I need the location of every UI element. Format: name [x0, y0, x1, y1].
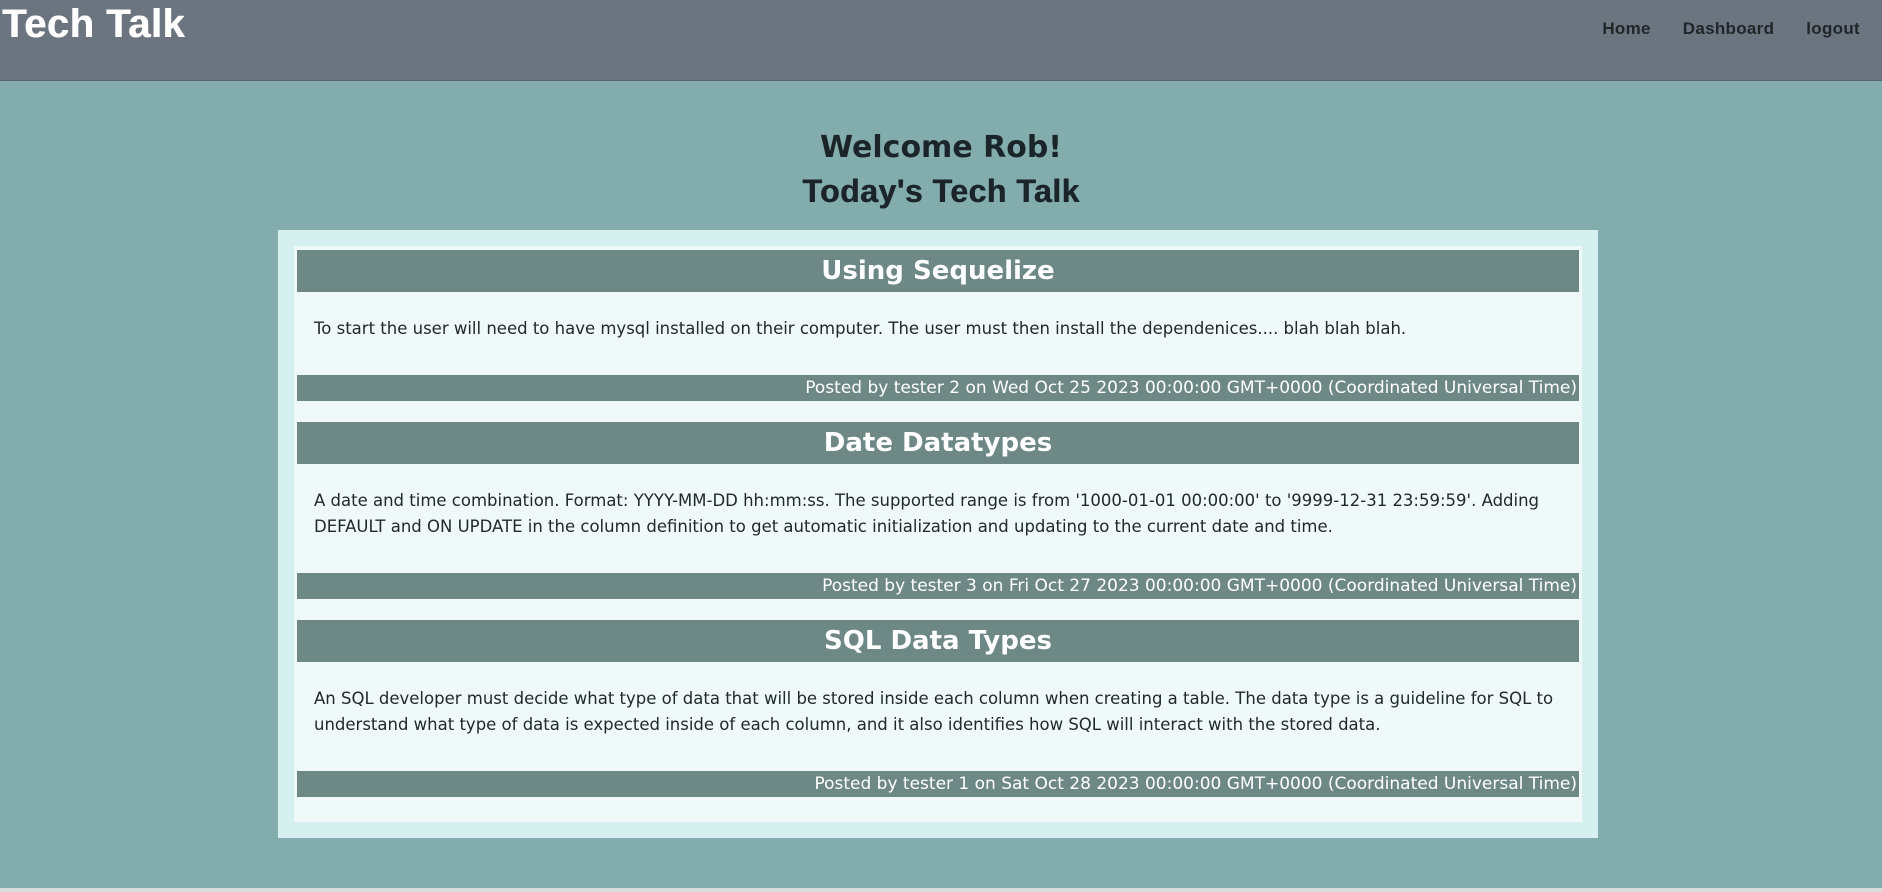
post-meta: Posted by tester 1 on Sat Oct 28 2023 00… [297, 771, 1579, 797]
post-card[interactable]: Date Datatypes A date and time combinati… [297, 422, 1579, 599]
post-body: A date and time combination. Format: YYY… [314, 491, 1540, 536]
post-feed-panel: Using Sequelize To start the user will n… [294, 246, 1582, 822]
post-meta: Posted by tester 3 on Fri Oct 27 2023 00… [297, 573, 1579, 599]
main-nav: Home Dashboard logout [1602, 19, 1860, 39]
post-title[interactable]: Using Sequelize [297, 250, 1579, 292]
page-bottom-edge [0, 888, 1882, 892]
top-navbar: Tech Talk Home Dashboard logout [0, 0, 1882, 81]
post-meta: Posted by tester 2 on Wed Oct 25 2023 00… [297, 375, 1579, 401]
welcome-message: Welcome Rob! [820, 130, 1062, 165]
post-body: To start the user will need to have mysq… [314, 319, 1407, 338]
post-card[interactable]: SQL Data Types An SQL developer must dec… [297, 620, 1579, 797]
post-title[interactable]: SQL Data Types [297, 620, 1579, 662]
nav-link-home[interactable]: Home [1602, 19, 1650, 39]
page-title: Today's Tech Talk [802, 173, 1080, 209]
post-feed: Using Sequelize To start the user will n… [278, 230, 1598, 838]
nav-link-dashboard[interactable]: Dashboard [1683, 19, 1775, 39]
post-card[interactable]: Using Sequelize To start the user will n… [297, 250, 1579, 401]
site-brand[interactable]: Tech Talk [2, 2, 185, 47]
post-title[interactable]: Date Datatypes [297, 422, 1579, 464]
nav-link-logout[interactable]: logout [1806, 19, 1860, 39]
post-body: An SQL developer must decide what type o… [314, 689, 1554, 734]
